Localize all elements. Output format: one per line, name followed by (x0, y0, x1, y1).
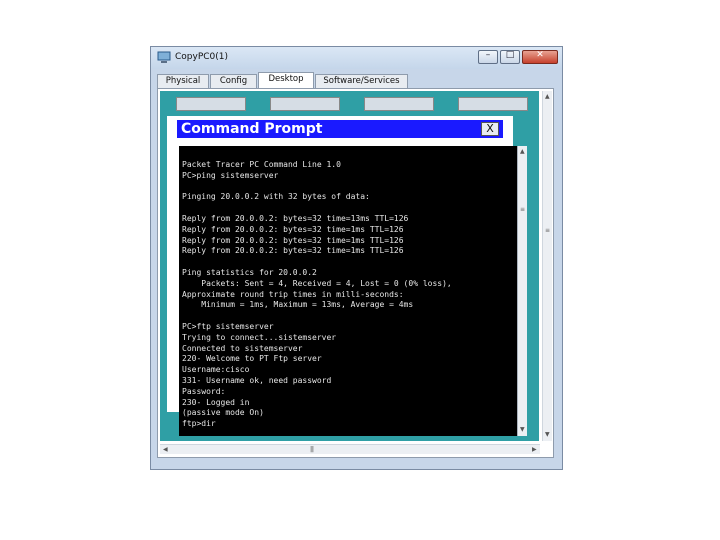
tab-software-services[interactable]: Software/Services (315, 74, 408, 88)
desktop-horizontal-scrollbar[interactable]: ◀ ||| ▶ (160, 444, 540, 454)
hscroll-grip-icon[interactable]: ||| (310, 446, 314, 453)
terminal-output[interactable]: Packet Tracer PC Command Line 1.0 PC>pin… (179, 146, 527, 436)
terminal-scroll-grip-icon[interactable]: ≡ (520, 206, 525, 213)
desktop-vertical-scrollbar[interactable]: ▲ ≡ ▼ (542, 91, 552, 441)
scroll-grip-icon[interactable]: ≡ (545, 227, 550, 234)
minimize-button[interactable]: – (478, 50, 498, 64)
close-button[interactable]: ✕ (522, 50, 558, 64)
command-prompt-titlebar[interactable]: Command Prompt X (177, 120, 503, 138)
window-title: CopyPC0(1) (175, 52, 229, 62)
app-icon (157, 51, 171, 63)
maximize-icon: □ (505, 50, 515, 60)
terminal-scrollbar[interactable]: ▲ ≡ ▼ (517, 146, 527, 436)
scroll-down-icon[interactable]: ▼ (545, 431, 550, 438)
app-window: CopyPC0(1) – □ ✕ Physical Config Desktop… (150, 46, 563, 470)
terminal-scroll-down-icon[interactable]: ▼ (520, 426, 525, 433)
terminal-icon[interactable] (364, 97, 434, 111)
close-icon: ✕ (536, 50, 544, 60)
scroll-left-icon[interactable]: ◀ (163, 446, 168, 453)
command-prompt-window: Command Prompt X Packet Tracer PC Comman… (167, 116, 527, 436)
terminal-text: Packet Tracer PC Command Line 1.0 PC>pin… (182, 160, 452, 429)
minimize-icon: – (485, 50, 491, 60)
command-prompt-title: Command Prompt (181, 121, 323, 137)
command-prompt-close-button[interactable]: X (481, 122, 499, 136)
ip-configuration-icon[interactable] (176, 97, 246, 111)
dial-up-icon[interactable] (270, 97, 340, 111)
terminal-scroll-up-icon[interactable]: ▲ (520, 148, 525, 155)
tab-physical[interactable]: Physical (157, 74, 209, 88)
command-prompt-icon[interactable] (458, 97, 528, 111)
scroll-up-icon[interactable]: ▲ (545, 93, 550, 100)
tab-config[interactable]: Config (210, 74, 257, 88)
scroll-right-icon[interactable]: ▶ (532, 446, 537, 453)
maximize-button[interactable]: □ (500, 50, 520, 64)
window-titlebar[interactable]: CopyPC0(1) – □ ✕ (151, 47, 562, 69)
tab-desktop[interactable]: Desktop (258, 72, 314, 88)
